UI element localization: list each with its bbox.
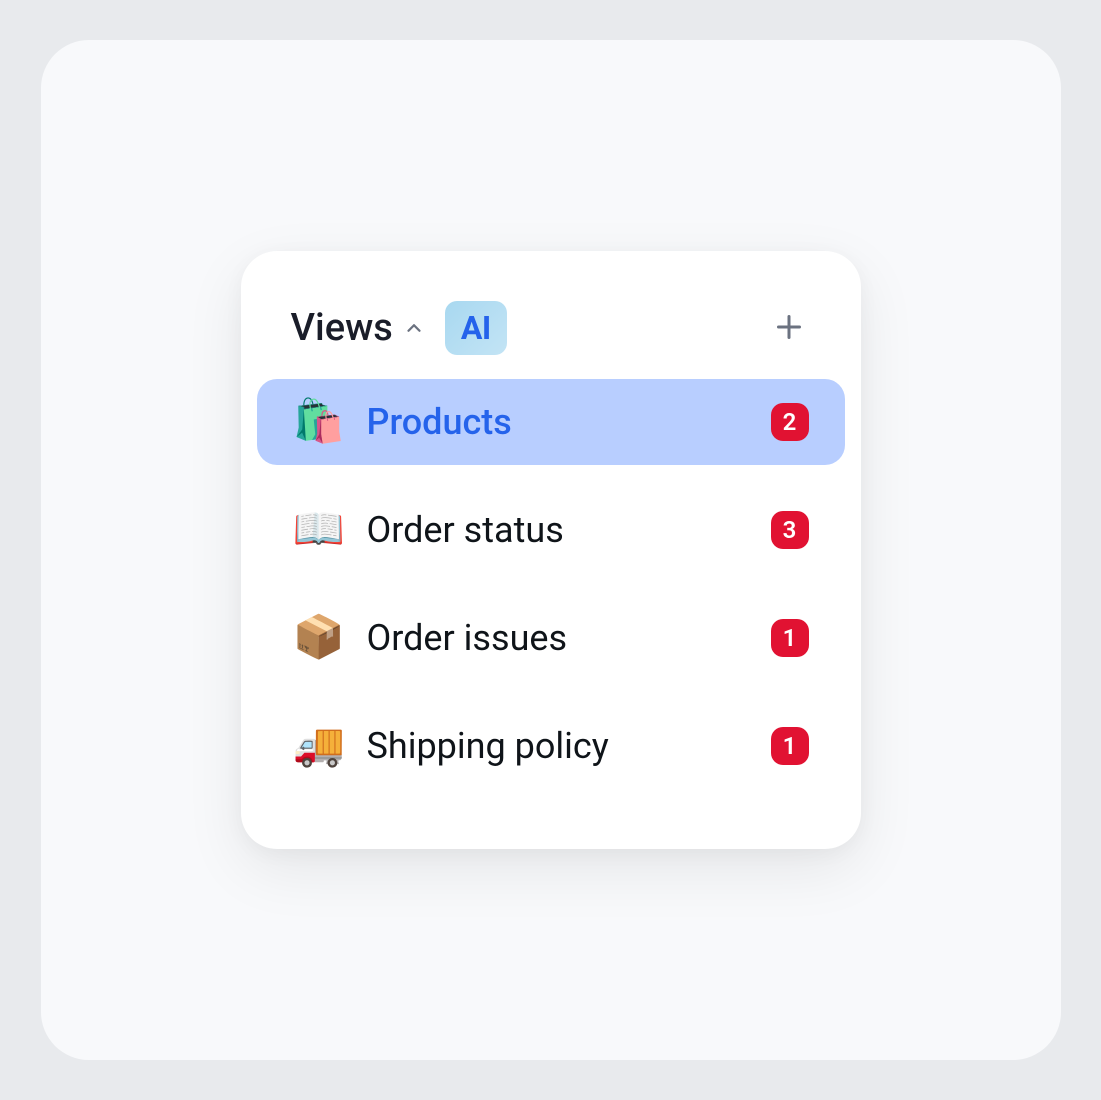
count-badge: 3 [771, 511, 809, 549]
views-list: 🛍️ Products 2 📖 Order status 3 📦 Order i… [241, 379, 861, 789]
chevron-up-icon [403, 317, 425, 339]
count-badge: 1 [771, 727, 809, 765]
add-view-button[interactable] [767, 306, 811, 350]
ai-badge[interactable]: AI [445, 301, 507, 355]
view-label: Order issues [367, 617, 747, 659]
outer-container: Views AI � [41, 40, 1061, 1060]
package-icon: 📦 [293, 617, 343, 659]
count-badge: 1 [771, 619, 809, 657]
views-panel: Views AI � [241, 251, 861, 849]
plus-icon [771, 309, 807, 348]
count-badge: 2 [771, 403, 809, 441]
views-header-toggle[interactable]: Views [291, 306, 425, 350]
view-label: Order status [367, 509, 747, 551]
shopping-bags-icon: 🛍️ [293, 401, 343, 443]
view-item-products[interactable]: 🛍️ Products 2 [257, 379, 845, 465]
views-title: Views [291, 306, 393, 350]
view-item-order-status[interactable]: 📖 Order status 3 [257, 487, 845, 573]
view-item-shipping-policy[interactable]: 🚚 Shipping policy 1 [257, 703, 845, 789]
view-label: Products [367, 401, 747, 443]
panel-header: Views AI [241, 301, 861, 379]
book-icon: 📖 [293, 509, 343, 551]
view-label: Shipping policy [367, 725, 747, 767]
truck-icon: 🚚 [293, 725, 343, 767]
view-item-order-issues[interactable]: 📦 Order issues 1 [257, 595, 845, 681]
